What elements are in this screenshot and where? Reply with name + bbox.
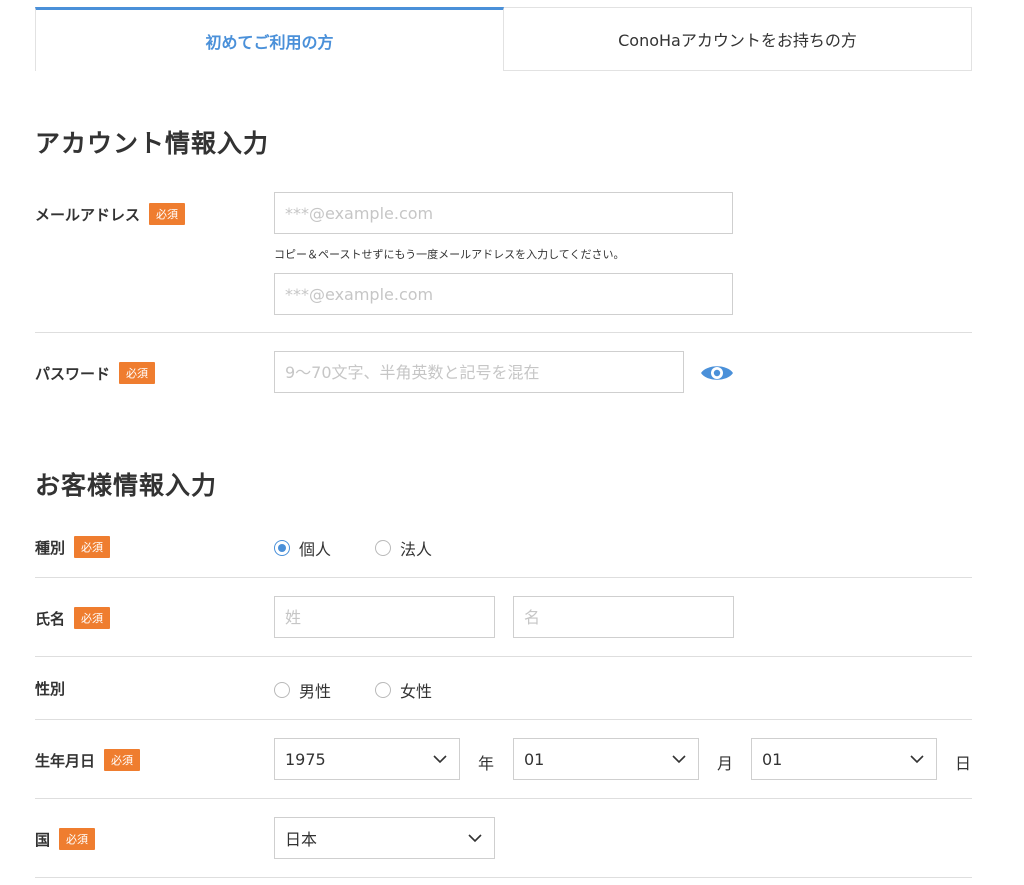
- radio-unchecked-icon: [375, 540, 392, 556]
- required-badge: 必須: [119, 362, 156, 384]
- birthday-label: 生年月日: [35, 751, 96, 770]
- day-unit: 日: [955, 754, 972, 773]
- country-select[interactable]: 日本: [274, 817, 495, 859]
- chevron-down-icon: [672, 755, 686, 764]
- radio-unchecked-icon: [375, 682, 392, 698]
- password-input[interactable]: [274, 351, 684, 393]
- country-label: 国: [35, 830, 51, 849]
- birth-day-select[interactable]: 01: [751, 738, 937, 780]
- email-label: メールアドレス: [35, 205, 141, 224]
- email-confirm-input[interactable]: [274, 273, 733, 315]
- type-radio-group: 個人 法人: [274, 536, 432, 560]
- radio-unchecked-icon: [274, 682, 290, 698]
- password-label: パスワード: [35, 364, 111, 383]
- chevron-down-icon: [910, 755, 924, 764]
- email-confirm-hint: コピー＆ペーストせずにもう一度メールアドレスを入力してください。: [274, 248, 625, 261]
- account-section-title: アカウント情報入力: [35, 129, 270, 158]
- divider: [35, 656, 972, 657]
- password-label-row: パスワード 必須: [35, 362, 156, 384]
- signup-tabs: 初めてご利用の方 ConoHaアカウントをお持ちの方: [35, 7, 972, 71]
- required-badge: 必須: [74, 536, 111, 558]
- tab-first-time[interactable]: 初めてご利用の方: [35, 7, 504, 71]
- email-input[interactable]: [274, 192, 733, 234]
- radio-female[interactable]: 女性: [375, 678, 432, 702]
- radio-female-label: 女性: [400, 682, 433, 701]
- radio-individual-label: 個人: [299, 540, 332, 559]
- chevron-down-icon: [433, 755, 447, 764]
- radio-male-label: 男性: [299, 682, 332, 701]
- divider: [35, 719, 972, 720]
- divider: [35, 332, 972, 333]
- radio-individual[interactable]: 個人: [274, 536, 331, 560]
- name-label-row: 氏名 必須: [35, 607, 111, 629]
- gender-radio-group: 男性 女性: [274, 678, 432, 702]
- radio-corporation-label: 法人: [400, 540, 433, 559]
- birth-month-value: 01: [524, 749, 545, 769]
- birth-year-select[interactable]: 1975: [274, 738, 460, 780]
- birth-day-value: 01: [762, 749, 783, 769]
- gender-label-row: 性別: [35, 678, 65, 699]
- month-unit: 月: [717, 754, 734, 773]
- required-badge: 必須: [59, 828, 96, 850]
- radio-checked-icon: [274, 540, 290, 556]
- type-label-row: 種別 必須: [35, 536, 111, 558]
- first-name-input[interactable]: [513, 596, 734, 638]
- birth-year-value: 1975: [285, 749, 326, 769]
- required-badge: 必須: [149, 203, 186, 225]
- email-label-row: メールアドレス 必須: [35, 203, 186, 225]
- eye-icon[interactable]: [700, 358, 734, 388]
- country-label-row: 国 必須: [35, 828, 96, 850]
- required-badge: 必須: [74, 607, 111, 629]
- divider: [35, 798, 972, 799]
- required-badge: 必須: [104, 749, 141, 771]
- name-label: 氏名: [35, 609, 66, 628]
- divider: [35, 877, 972, 878]
- customer-section-title: お客様情報入力: [35, 471, 218, 500]
- year-unit: 年: [478, 754, 495, 773]
- country-value: 日本: [285, 830, 318, 849]
- radio-corporation[interactable]: 法人: [375, 536, 432, 560]
- last-name-input[interactable]: [274, 596, 495, 638]
- divider: [35, 577, 972, 578]
- birthday-label-row: 生年月日 必須: [35, 749, 141, 771]
- tab-has-account[interactable]: ConoHaアカウントをお持ちの方: [504, 7, 972, 71]
- gender-label: 性別: [35, 680, 66, 698]
- chevron-down-icon: [468, 834, 482, 843]
- radio-male[interactable]: 男性: [274, 678, 331, 702]
- type-label: 種別: [35, 538, 66, 557]
- birth-month-select[interactable]: 01: [513, 738, 699, 780]
